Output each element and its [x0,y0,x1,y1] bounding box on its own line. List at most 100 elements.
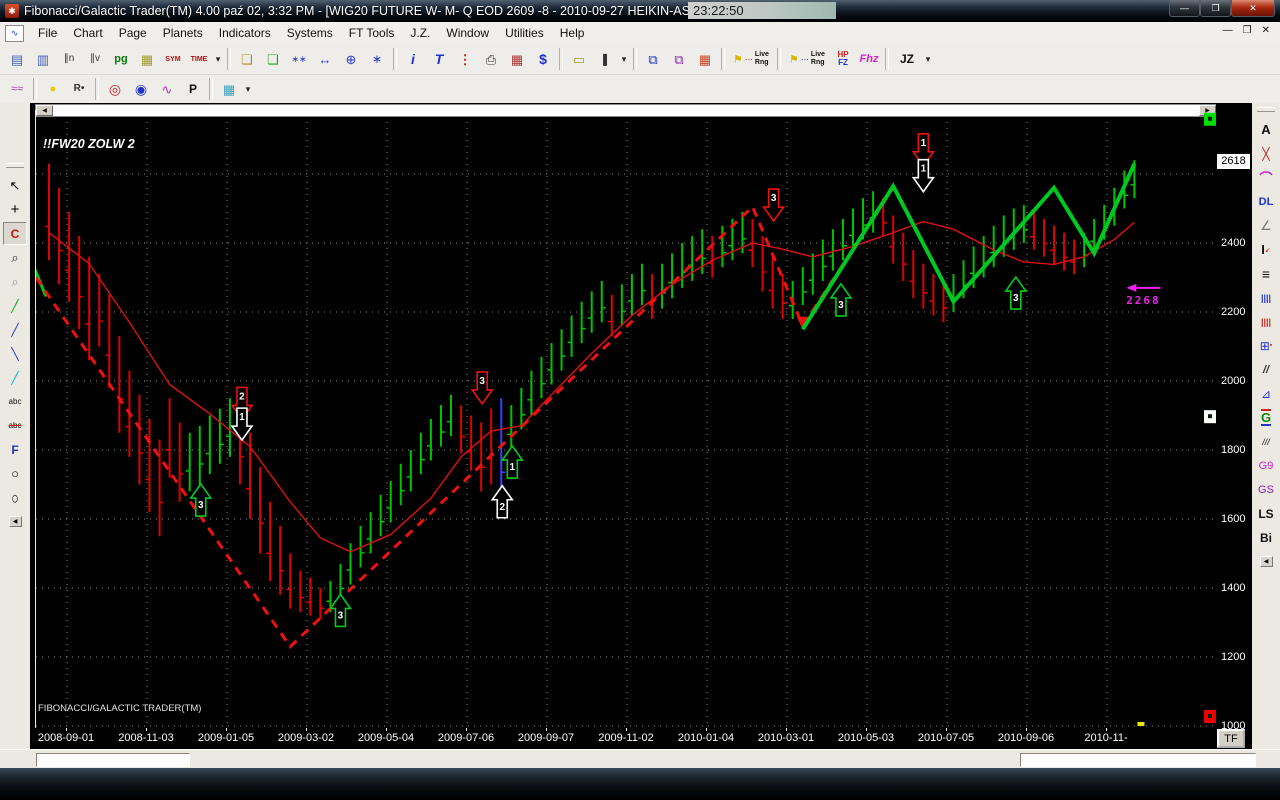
trendline-green-tool[interactable]: ╱ [3,294,27,317]
x-tick [626,728,627,731]
calendar-button[interactable]: ▦ [504,47,530,72]
text-label-tool[interactable]: abc [3,390,27,413]
menu-ft-tools[interactable]: FT Tools [341,23,403,43]
live-range-blue-button[interactable]: ⚑ ⋯ Live Rng [784,47,830,72]
x-tick-label: 2009-03-02 [277,732,335,744]
menu-indicators[interactable]: Indicators [211,23,279,43]
biorhythm-lines-button[interactable]: ≈≈ [4,77,30,102]
menu-window[interactable]: Window [438,23,497,43]
zoom-locked-tool[interactable]: ⌕ [3,270,27,293]
page-window-1-button[interactable]: ⧉ [640,47,666,72]
menu-file[interactable]: File [30,23,65,43]
menu-help[interactable]: Help [552,23,593,43]
delete-label-tool[interactable]: abc [3,414,27,437]
gs-tool[interactable]: GS [1254,478,1278,501]
menu-systems[interactable]: Systems [279,23,341,43]
planet-p-button[interactable]: P [180,77,206,102]
parallel-tool[interactable]: // [1254,358,1278,381]
hp-fz-button[interactable]: HP FZ [830,47,856,72]
dollar-button[interactable]: $ [530,47,556,72]
expand-bars-button[interactable]: ↔ [312,47,338,72]
jz-dropdown[interactable]: ▾ [922,47,934,72]
file-dropdown[interactable]: ▾ [212,47,224,72]
cross-pencils-tool[interactable]: ╳ [1254,142,1278,165]
print-button[interactable]: ⎙ [478,47,504,72]
aspect-lines-button[interactable]: ∿ [154,77,180,102]
cascade-windows-button[interactable]: ❏ [234,47,260,72]
scroll-left-button[interactable]: ◀ [1259,556,1273,567]
planet-wheel-button[interactable]: ◉ [128,77,154,102]
scroll-left-button[interactable]: ◀ [8,516,22,527]
bar-style-dropdown[interactable]: ▾ [618,47,630,72]
live-range-red-button[interactable]: ⚑ ⋯ Live Rng [728,47,774,72]
marker-pen-tool[interactable]: ╱ [3,366,27,389]
bi-tool[interactable]: Bi [1254,526,1278,549]
crosshair-tool[interactable]: + [3,198,27,221]
sym-button[interactable]: SYM [160,47,186,72]
intraday-v-button[interactable]: ∥v [82,47,108,72]
quote-grid-button[interactable]: ▦ [692,47,718,72]
f-h-z-button[interactable]: Fhz [856,47,882,72]
menu-chart[interactable]: Chart [65,23,110,43]
trendline-steep-tool[interactable]: ╲ [3,342,27,365]
orbit-circles-button[interactable]: ◎ [102,77,128,102]
pattern-tool[interactable]: ⊞ ▪ [1254,334,1278,357]
info-pointer-button[interactable]: i [400,47,426,72]
hlines-tool[interactable]: ≡ [1254,262,1278,285]
new-page-button[interactable]: ▤ [4,47,30,72]
pointer-tool[interactable]: ↖ [3,174,27,197]
page-group-button[interactable]: pg [108,47,134,72]
planet-motion-button[interactable]: ● [40,77,66,102]
fibonacci-tool[interactable]: F [3,438,27,461]
ruler-button[interactable]: ▭ [566,47,592,72]
mdi-minimize-button[interactable]: — [1223,25,1233,36]
gann-g-tool[interactable]: G [1254,406,1278,429]
toolbar-separator [227,48,231,70]
menu-page[interactable]: Page [111,23,155,43]
x-tick-label: 2010-03-01 [757,732,815,744]
angle-lines-tool[interactable]: ∠ [1254,214,1278,237]
circle-tool[interactable]: ○ [3,462,27,485]
page-window-2-button[interactable]: ⧉ [666,47,692,72]
tools-dropdown[interactable]: ▾ [242,77,254,102]
bar-style-button[interactable]: ❚ [592,47,618,72]
jz-button[interactable]: JZ [892,47,922,72]
time-button[interactable]: TIME [186,47,212,72]
arc-tool[interactable]: ⌒ [1254,166,1278,189]
angle-a-tool[interactable]: A [1254,118,1278,141]
price-chart[interactable]: 2 1 3 3 3 1 2 3 3 1 1 3 2268 !!FW20 ZOLW 2 FIBONACCI/G… [32,110,1218,729]
zoom-out-bars-button[interactable]: ∗ [364,47,390,72]
close-button[interactable]: ✕ [1231,0,1275,17]
menu-j-z-[interactable]: J.Z. [402,23,438,43]
zoom-region-tool[interactable]: ⌕ [3,246,27,269]
wedge-tool[interactable]: ⊿ [1254,382,1278,405]
fan-tool[interactable]: /// [1254,430,1278,453]
add-window-button[interactable]: ❏ [260,47,286,72]
ephemeris-grid-button[interactable]: ▦ [216,77,242,102]
mdi-close-button[interactable]: ✕ [1262,25,1270,36]
minimize-button[interactable]: — [1169,0,1200,17]
pan-button[interactable]: ⊕ [338,47,364,72]
menu-planets[interactable]: Planets [155,23,211,43]
traffic-light-button[interactable]: ⋮ [452,47,478,72]
text-note-button[interactable]: T [426,47,452,72]
ls-tool[interactable]: LS [1254,502,1278,525]
magnet-snap-tool[interactable]: C [3,222,27,245]
vlines-blue-tool[interactable]: |||| [1254,286,1278,309]
timeframe-button[interactable]: TF [1217,729,1245,748]
menu-utilities[interactable]: Utilities [497,23,552,43]
y-tick-label: 1800 [1221,444,1246,456]
ellipse-tool[interactable]: ○ [3,486,27,509]
vlines-red-tool[interactable]: |||| [1254,310,1278,333]
open-page-button[interactable]: ▥ [30,47,56,72]
symbol-window-button[interactable]: ▦ [134,47,160,72]
impulse-tool[interactable]: I ↙ [1254,238,1278,261]
g9-tool[interactable]: G9 [1254,454,1278,477]
restore-button[interactable]: ❐ [1200,0,1231,17]
compress-bars-button[interactable]: ∗∗ [286,47,312,72]
dl-tool[interactable]: DL [1254,190,1278,213]
retrograde-button[interactable]: R• [66,77,92,102]
trendline-blue-tool[interactable]: ╱ [3,318,27,341]
mdi-restore-button[interactable]: ❐ [1243,25,1252,36]
intraday-n-button[interactable]: ∥n [56,47,82,72]
